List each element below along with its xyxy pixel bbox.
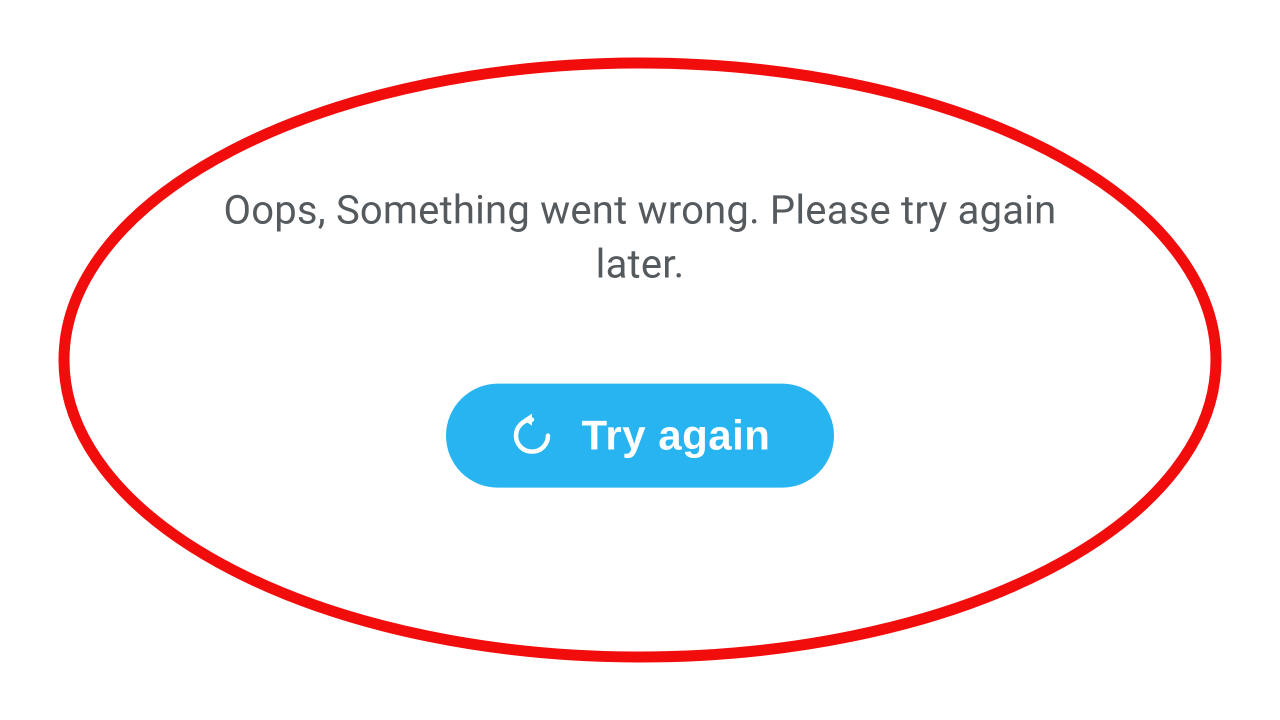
retry-button[interactable]: Try again: [446, 384, 835, 488]
error-message: Oops, Something went wrong. Please try a…: [190, 184, 1090, 292]
retry-button-label: Try again: [582, 412, 771, 460]
retry-icon: [510, 414, 554, 458]
error-panel: Oops, Something went wrong. Please try a…: [190, 184, 1090, 488]
